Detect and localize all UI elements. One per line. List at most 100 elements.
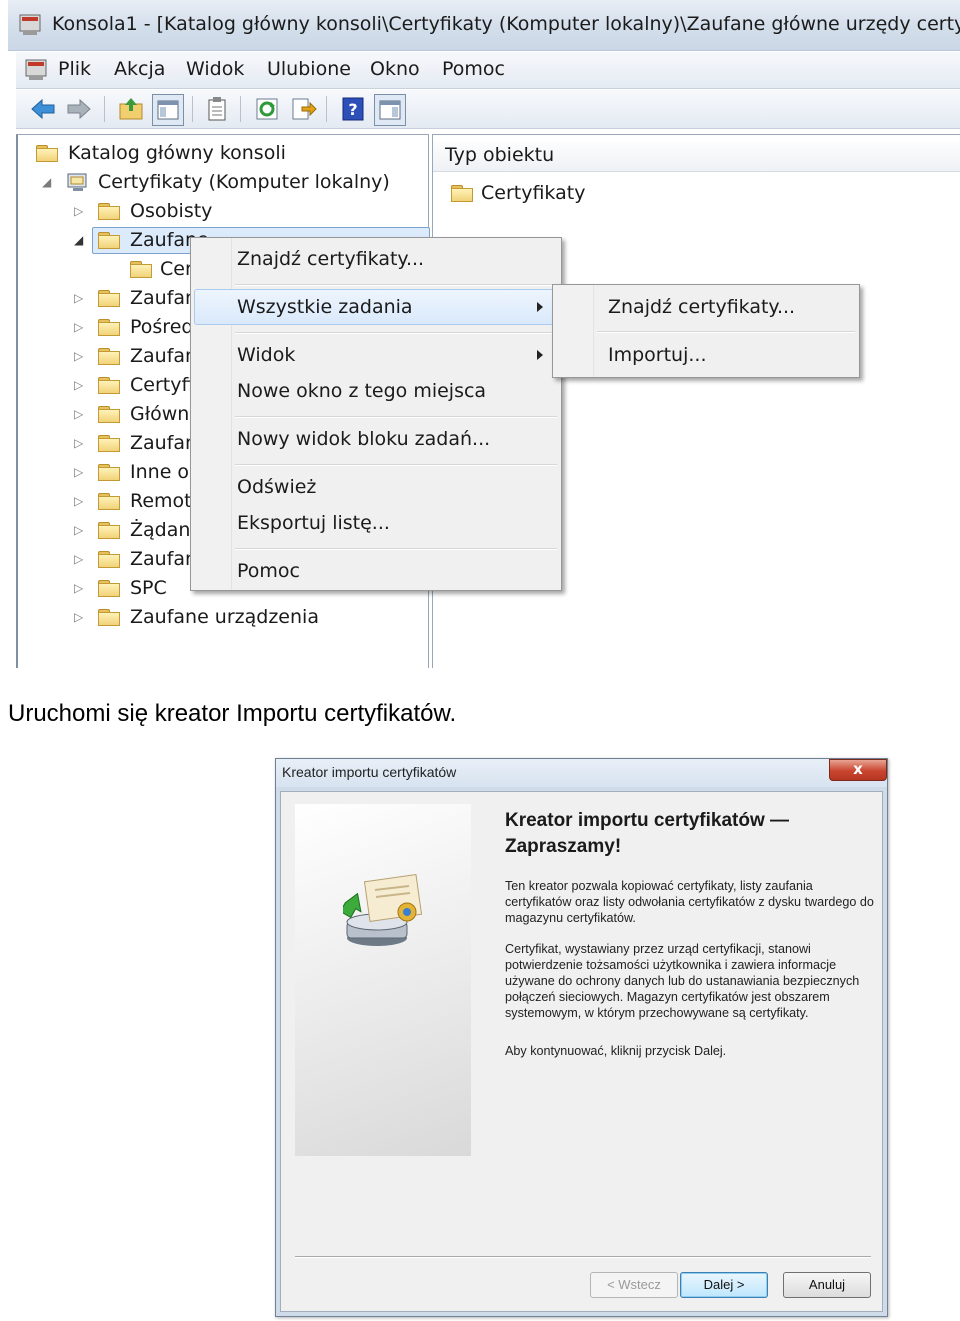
folder-icon [98, 522, 120, 539]
wizard-heading-line2: Zapraszamy! [505, 836, 622, 857]
toolbar-separator [326, 96, 327, 122]
up-folder-icon[interactable] [116, 94, 146, 124]
certificate-import-icon [339, 872, 427, 952]
menu-item-view[interactable]: Widok [237, 344, 295, 366]
folder-icon [98, 580, 120, 597]
collapsed-triangle-icon[interactable]: ▷ [74, 197, 83, 225]
divider [295, 1256, 871, 1258]
help-icon[interactable]: ? [338, 94, 368, 124]
collapsed-triangle-icon[interactable]: ▷ [74, 574, 83, 602]
menu-item-new-taskpad-view[interactable]: Nowy widok bloku zadań... [237, 428, 490, 450]
menu-item-find-certificates[interactable]: Znajdź certyfikaty... [608, 296, 795, 318]
menu-widok[interactable]: Widok [186, 58, 244, 80]
collapsed-triangle-icon[interactable]: ▷ [74, 487, 83, 515]
menu-item-help[interactable]: Pomoc [237, 560, 300, 582]
menu-item-refresh[interactable]: Odśwież [237, 476, 316, 498]
menu-ulubione[interactable]: Ulubione [267, 58, 351, 80]
refresh-icon[interactable] [252, 94, 282, 124]
back-arrow-icon[interactable] [28, 94, 58, 124]
collapsed-triangle-icon[interactable]: ▷ [74, 371, 83, 399]
collapsed-triangle-icon[interactable]: ▷ [74, 458, 83, 486]
menu-item-import[interactable]: Importuj... [608, 344, 707, 366]
toolbar-separator [104, 96, 105, 122]
menu-pomoc[interactable]: Pomoc [442, 58, 505, 80]
folder-icon [98, 290, 120, 307]
menu-item-export-list[interactable]: Eksportuj listę... [237, 512, 390, 534]
export-list-icon[interactable] [288, 94, 318, 124]
column-header-label: Typ obiektu [445, 144, 555, 166]
dialog-title-bar: Kreator importu certyfikatów x [276, 759, 887, 787]
menu-plik[interactable]: Plik [58, 58, 91, 80]
title-bar: Konsola1 - [Katalog główny konsoli\Certy… [8, 0, 960, 51]
folder-icon [98, 348, 120, 365]
action-pane-icon[interactable] [374, 94, 406, 126]
collapsed-triangle-icon[interactable]: ▷ [74, 284, 83, 312]
collapsed-triangle-icon[interactable]: ▷ [74, 313, 83, 341]
folder-icon [98, 551, 120, 568]
toolbar-separator [192, 96, 193, 122]
folder-icon [98, 232, 120, 249]
folder-icon [98, 319, 120, 336]
wizard-paragraph-3: Aby kontynuować, kliknij przycisk Dalej. [505, 1044, 727, 1058]
menu-item-all-tasks[interactable]: Wszystkie zadania [237, 296, 413, 318]
menu-item-find-certificates[interactable]: Znajdź certyfikaty... [237, 248, 424, 270]
show-hide-tree-icon[interactable] [152, 94, 184, 126]
back-button[interactable]: < Wstecz [590, 1272, 678, 1298]
folder-icon [98, 406, 120, 423]
dialog-body: Kreator importu certyfikatów — Zapraszam… [280, 791, 883, 1312]
menu-akcja[interactable]: Akcja [114, 58, 165, 80]
expanded-triangle-icon[interactable]: ◢ [42, 168, 51, 196]
expanded-triangle-icon[interactable]: ◢ [74, 226, 83, 254]
close-button[interactable]: x [829, 759, 887, 781]
wizard-heading: Kreator importu certyfikatów — Zapraszam… [505, 808, 835, 860]
mmc-window: Konsola1 - [Katalog główny konsoli\Certy… [8, 0, 960, 668]
menu-item-new-window[interactable]: Nowe okno z tego miejsca [237, 380, 486, 402]
submenu-arrow-icon [537, 302, 543, 312]
collapsed-triangle-icon[interactable]: ▷ [74, 429, 83, 457]
collapsed-triangle-icon[interactable]: ▷ [74, 603, 83, 631]
window-title: Konsola1 - [Katalog główny konsoli\Certy… [52, 13, 960, 35]
console-icon [24, 57, 50, 83]
caption-text: Uruchomi się kreator Importu certyfikató… [8, 700, 457, 727]
folder-icon [98, 203, 120, 220]
menu-okno[interactable]: Okno [370, 58, 420, 80]
collapsed-triangle-icon[interactable]: ▷ [74, 400, 83, 428]
submenu-all-tasks: Znajdź certyfikaty... Importuj... [552, 284, 860, 378]
menu-separator [235, 464, 557, 466]
folder-icon [98, 377, 120, 394]
list-item-label: Certyfikaty [481, 182, 586, 204]
clipboard-icon[interactable] [202, 94, 232, 124]
cancel-button[interactable]: Anuluj [783, 1272, 871, 1298]
next-button[interactable]: Dalej > [680, 1272, 768, 1298]
wizard-side-panel [295, 804, 471, 1156]
menu-separator [235, 332, 557, 334]
collapsed-triangle-icon[interactable]: ▷ [74, 545, 83, 573]
forward-arrow-icon[interactable] [64, 94, 94, 124]
menu-bar: Plik Akcja Widok Ulubione Okno Pomoc [16, 52, 960, 89]
folder-icon [451, 185, 473, 202]
tree-item-label: Katalog główny konsoli [68, 142, 286, 164]
folder-icon [130, 261, 152, 278]
toolbar-separator [240, 96, 241, 122]
folder-icon [98, 609, 120, 626]
folder-icon [36, 145, 58, 162]
column-header[interactable]: Typ obiektu [433, 141, 960, 172]
dialog-title: Kreator importu certyfikatów [282, 764, 457, 780]
menu-separator [235, 548, 557, 550]
wizard-heading-line1: Kreator importu certyfikatów — [505, 810, 789, 831]
certificates-computer-icon [66, 172, 90, 194]
collapsed-triangle-icon[interactable]: ▷ [74, 342, 83, 370]
wizard-paragraph-1: Ten kreator pozwala kopiować certyfikaty… [505, 879, 874, 925]
mmc-app-icon [18, 12, 44, 38]
menu-gutter [553, 285, 594, 377]
wizard-paragraph-2: Certyfikat, wystawiany przez urząd certy… [505, 942, 860, 1020]
tree-item-label: Osobisty [130, 200, 213, 222]
context-menu: Znajdź certyfikaty... Wszystkie zadania … [190, 237, 562, 591]
folder-icon [98, 435, 120, 452]
collapsed-triangle-icon[interactable]: ▷ [74, 516, 83, 544]
tree-item-label: SPC [130, 577, 167, 599]
menu-separator [597, 331, 855, 333]
tree-item-label: Zaufane urządzenia [130, 606, 319, 628]
submenu-arrow-icon [537, 350, 543, 360]
tree-item-label: Certyfikaty (Komputer lokalny) [98, 171, 390, 193]
